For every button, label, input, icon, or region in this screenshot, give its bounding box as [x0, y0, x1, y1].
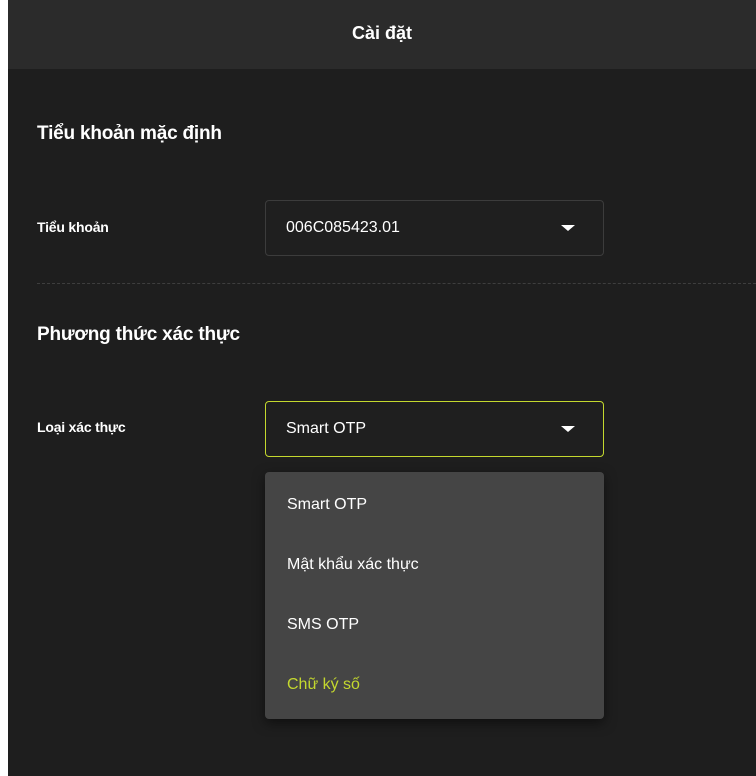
auth-method-section-title: Phương thức xác thực [37, 324, 240, 345]
account-select-value: 006C085423.01 [286, 219, 400, 236]
settings-panel: Cài đặt Tiểu khoản mặc định Tiểu khoản 0… [8, 0, 756, 776]
menu-item-digital-signature[interactable]: Chữ ký số [265, 655, 604, 715]
auth-type-select-value: Smart OTP [286, 420, 367, 437]
chevron-down-icon [561, 426, 575, 432]
default-account-section-title: Tiểu khoản mặc định [37, 123, 222, 144]
menu-item-sms-otp[interactable]: SMS OTP [265, 595, 604, 655]
chevron-down-icon [561, 225, 575, 231]
account-select[interactable]: 006C085423.01 [265, 200, 604, 256]
auth-type-label: Loại xác thực [37, 419, 126, 435]
section-divider [37, 283, 756, 284]
menu-item-smart-otp[interactable]: Smart OTP [265, 475, 604, 535]
settings-header: Cài đặt [8, 0, 756, 69]
account-label: Tiểu khoản [37, 219, 109, 235]
menu-item-auth-password[interactable]: Mật khẩu xác thực [265, 535, 604, 595]
page-title: Cài đặt [351, 23, 412, 43]
auth-type-dropdown-menu: Smart OTP Mật khẩu xác thực SMS OTP Chữ … [265, 472, 604, 719]
auth-type-select[interactable]: Smart OTP [265, 401, 604, 457]
